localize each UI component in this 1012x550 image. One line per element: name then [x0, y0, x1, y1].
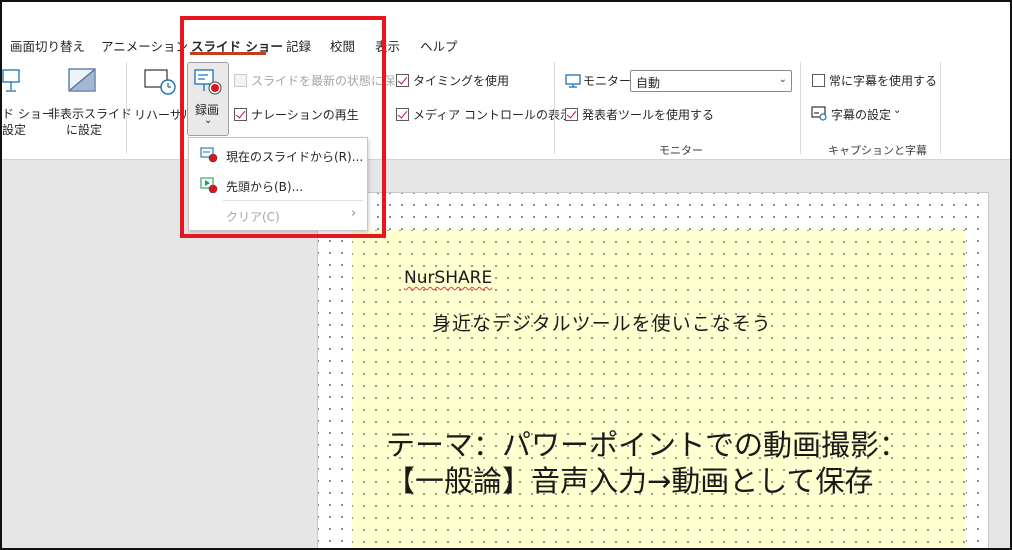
menu-separator — [223, 200, 363, 201]
ribbon: ド ショー 設定 非表示スライド に設定 リハーサル スライドを最新の状態に保つ — [2, 56, 1010, 160]
captions-group-label: キャプションと字幕 — [828, 144, 927, 157]
clear-label: クリア(C) — [226, 210, 280, 224]
keep-updated-label: スライドを最新の状態に保つ — [251, 74, 408, 88]
separator — [940, 62, 941, 154]
play-narration-label: ナレーションの再生 — [251, 108, 359, 122]
presenter-view-label: 発表者ツールを使用する — [582, 108, 715, 122]
presenter-view-checkbox[interactable] — [565, 108, 578, 121]
record-from-beginning-label: 先頭から(B)... — [226, 180, 304, 194]
record-from-beginning[interactable]: 先頭から(B)... — [189, 172, 367, 198]
chevron-right-icon: › — [351, 206, 357, 221]
rehearse-label: リハーサル — [134, 108, 194, 122]
record-from-current-label: 現在のスライドから(R)... — [226, 150, 364, 164]
chevron-down-icon: ⌄ — [204, 115, 213, 126]
clear-recording[interactable]: クリア(C) › — [189, 202, 367, 228]
separator — [800, 62, 801, 154]
hide-slide-icon — [68, 68, 96, 92]
record-icon — [194, 69, 222, 95]
play-narration-checkbox[interactable] — [234, 108, 247, 121]
use-timings-checkbox[interactable] — [396, 74, 409, 87]
media-controls-checkbox[interactable] — [396, 108, 409, 121]
setup-slideshow-label: ド ショー 設定 — [2, 107, 54, 137]
monitor-icon — [565, 74, 581, 88]
caption-settings-icon — [811, 106, 827, 121]
hide-slide-button[interactable]: 非表示スライド に設定 — [48, 64, 132, 137]
record-dropdown-menu: 現在のスライドから(R)... 先頭から(B)... クリア(C) › — [188, 137, 368, 231]
slide-author: NurSHARE — [404, 268, 492, 288]
separator — [126, 62, 127, 154]
slide-author-text: NurSHARE — [404, 268, 493, 288]
tab-transitions[interactable]: 画面切り替え — [10, 36, 85, 55]
title-strip — [2, 2, 1010, 30]
use-timings-label: タイミングを使用 — [413, 74, 510, 88]
chevron-down-icon: ⌄ — [778, 74, 787, 85]
monitor-label: モニター: — [583, 74, 636, 88]
keep-updated-checkbox[interactable] — [234, 74, 247, 87]
record-current-slide-icon — [200, 147, 218, 163]
powerpoint-window: 画面切り替え アニメーション スライド ショー 記録 校閲 表示 ヘルプ ド シ… — [0, 0, 1012, 550]
slide-title-line2: 【一般論】音声入力→動画として保存 — [386, 464, 874, 498]
caption-settings-label: 字幕の設定 — [831, 108, 892, 122]
setup-slideshow-button[interactable]: ド ショー 設定 — [2, 64, 54, 137]
monitor-select-value: 自動 — [636, 76, 661, 90]
chevron-down-icon: ⌄ — [893, 105, 902, 116]
monitor-group-label: モニター — [659, 144, 703, 157]
tab-animations[interactable]: アニメーション — [101, 36, 188, 55]
hide-slide-label: 非表示スライド に設定 — [48, 107, 133, 137]
ribbon-tabs: 画面切り替え アニメーション スライド ショー 記録 校閲 表示 ヘルプ — [2, 30, 1010, 56]
record-from-start-icon — [200, 177, 218, 193]
rehearse-clock-icon — [144, 69, 176, 95]
tab-review[interactable]: 校閲 — [330, 36, 355, 55]
tab-view[interactable]: 表示 — [375, 36, 400, 55]
record-from-current-slide[interactable]: 現在のスライドから(R)... — [189, 142, 367, 168]
active-tab-indicator — [190, 52, 266, 55]
rehearse-timings-button[interactable]: リハーサル — [132, 64, 194, 134]
monitor-select[interactable]: 自動 ⌄ — [630, 70, 792, 92]
tab-record[interactable]: 記録 — [286, 36, 311, 55]
caption-settings-button[interactable]: 字幕の設定 ⌄ — [811, 104, 911, 124]
tab-help[interactable]: ヘルプ — [420, 36, 458, 55]
always-subtitles-label: 常に字幕を使用する — [829, 74, 938, 88]
always-subtitles-checkbox[interactable] — [812, 74, 825, 87]
record-button[interactable]: 録画 ⌄ — [187, 62, 229, 136]
slide-subtitle: 身近なデジタルツールを使いこなそう — [432, 313, 772, 335]
separator — [554, 62, 555, 154]
slideshow-setup-icon — [2, 69, 20, 92]
media-controls-label: メディア コントロールの表示 — [413, 108, 572, 122]
